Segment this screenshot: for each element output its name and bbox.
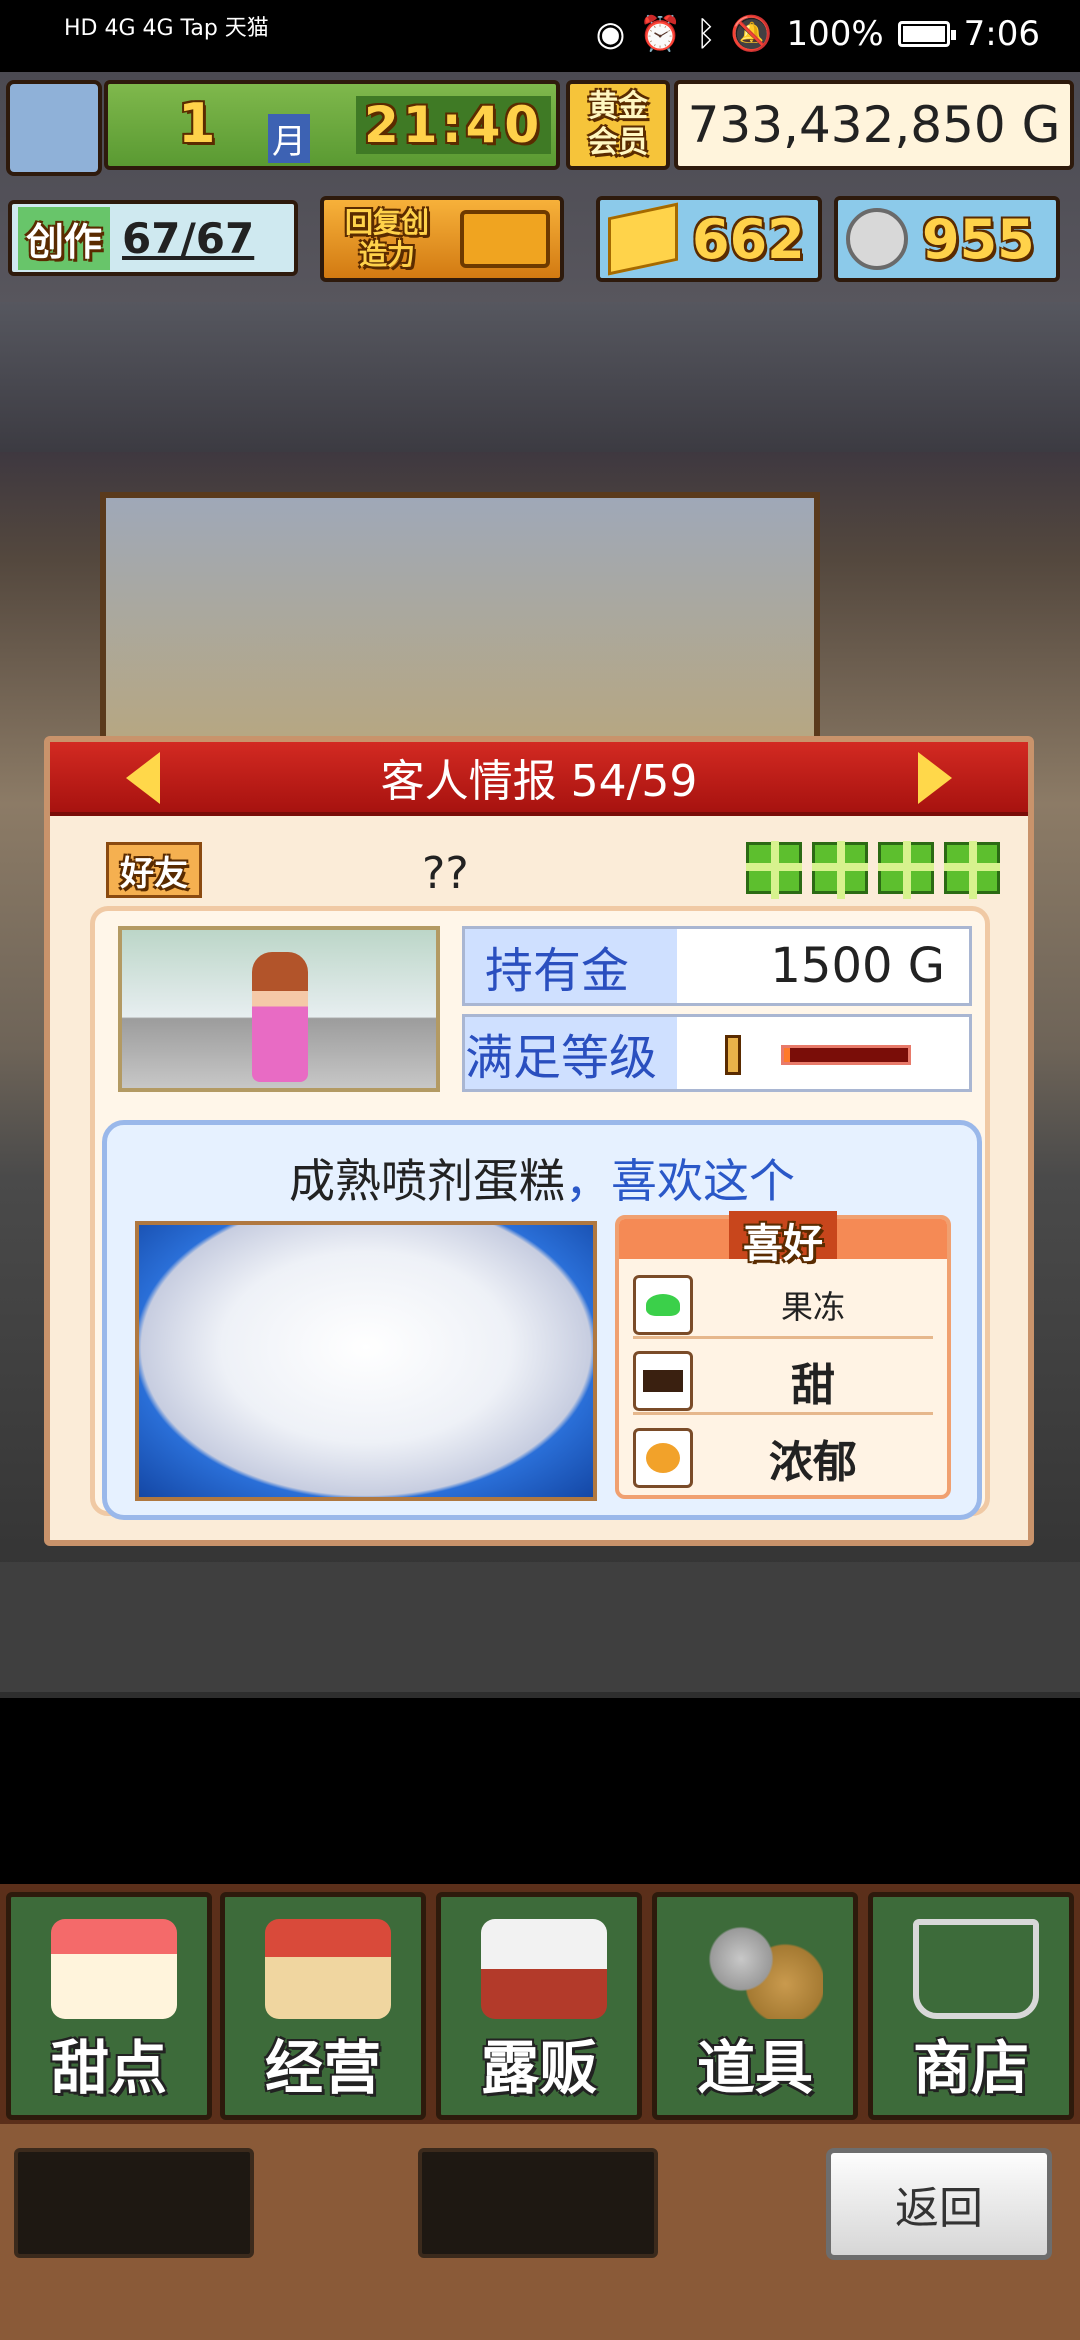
nav-stall-button[interactable]: 露贩 — [436, 1892, 642, 2120]
coin-count: 955 — [922, 207, 1035, 271]
eye-icon: ◉ — [595, 14, 626, 54]
jelly-icon — [633, 1274, 693, 1335]
nav-store-button[interactable]: 商店 — [868, 1892, 1074, 2120]
back-button[interactable]: 返回 — [826, 2148, 1052, 2260]
mute-icon: 🔕 — [730, 14, 773, 54]
wish-text: 成熟喷剂蛋糕，喜欢这个 — [107, 1145, 977, 1211]
pref-row: 浓郁 — [633, 1425, 933, 1491]
gift-icon — [878, 841, 934, 899]
nav-manage-button[interactable]: 经营 — [220, 1892, 426, 2120]
prev-arrow-icon[interactable] — [126, 752, 160, 804]
sweet-icon — [633, 1350, 693, 1411]
gift-row — [736, 841, 1000, 899]
gold-display: 733,432,850 G — [674, 80, 1074, 170]
money-row: 持有金 1500 G — [462, 926, 972, 1006]
status-left: HD 4G 4G Tap 天猫 — [64, 10, 269, 42]
money-value: 1500 G — [770, 938, 945, 994]
cake-icon — [51, 1919, 177, 2019]
satisfaction-row: 满足等级 — [462, 1014, 972, 1092]
back-label: 返回 — [895, 2183, 983, 2234]
date-panel: 1 月 21:40 — [104, 80, 560, 170]
pref-row: 果冻 — [633, 1273, 933, 1339]
empty-slot — [14, 2148, 254, 2258]
empty-slot — [418, 2148, 658, 2258]
pref-label: 浓郁 — [769, 1437, 857, 1488]
nav-stall-label: 露贩 — [480, 2034, 597, 2102]
battery-percent: 100% — [786, 14, 884, 54]
friend-badge-label: 好友 — [120, 853, 188, 894]
money-label: 持有金 — [465, 929, 677, 1003]
gift-icon — [746, 841, 802, 899]
membership-label: 黄金会员 — [588, 89, 648, 160]
pref-label: 果冻 — [780, 1287, 845, 1326]
satisfaction-marker — [725, 1035, 741, 1075]
create-count: 67/67 — [122, 213, 255, 263]
gift-icon — [812, 841, 868, 899]
avatar[interactable] — [6, 80, 102, 176]
nav-dessert-button[interactable]: 甜点 — [6, 1892, 212, 2120]
customer-info-panel: 客人情报 54/59 好友 ?? 持有金 1500 G 满足等级 成熟喷剂蛋糕，… — [44, 736, 1034, 1546]
alarm-icon: ⏰ — [639, 14, 682, 54]
status-left-text: HD 4G 4G Tap 天猫 — [64, 16, 269, 41]
next-arrow-icon[interactable] — [918, 752, 952, 804]
panel-title: 客人情报 54/59 — [380, 756, 698, 807]
customer-name: ?? — [422, 848, 469, 899]
bluetooth-icon: ᛒ — [695, 14, 717, 54]
nav-items-button[interactable]: 道具 — [652, 1892, 858, 2120]
cake-image — [135, 1221, 597, 1501]
nav-store-label: 商店 — [912, 2034, 1029, 2102]
coin-icon — [846, 208, 908, 270]
pref-label: 甜 — [791, 1359, 835, 1411]
battery-icon — [897, 21, 956, 47]
cart-icon — [913, 1919, 1039, 2019]
membership-badge: 黄金会员 — [566, 80, 670, 170]
gold-amount: 733,432,850 G — [687, 96, 1061, 154]
coin-display: 955 — [834, 196, 1060, 282]
preferences-title-tab: 喜好 — [619, 1211, 947, 1267]
ticket-icon — [608, 202, 678, 276]
month-unit: 月 — [268, 114, 310, 163]
shop-icon — [265, 1919, 391, 2019]
restore-label: 回复创造力 — [344, 206, 429, 271]
customer-sprite — [252, 952, 308, 1082]
create-label: 创作 — [18, 206, 111, 270]
satisfaction-bar-fill — [784, 1048, 791, 1062]
month-number: 1 — [178, 92, 216, 155]
nav-items-label: 道具 — [696, 2034, 813, 2102]
shop-ceiling — [0, 302, 1080, 452]
bottom-nav: 甜点 经营 露贩 道具 商店 — [0, 1884, 1080, 2124]
friend-badge: 好友 — [106, 842, 202, 898]
preferences-title: 喜好 — [729, 1211, 837, 1267]
wish-item: 成熟喷剂蛋糕 — [289, 1154, 565, 1208]
ticket-count: 662 — [692, 207, 805, 271]
food-truck-icon — [481, 1919, 607, 2019]
satisfaction-label: 满足等级 — [465, 1017, 677, 1089]
clock-display: 21:40 — [356, 96, 552, 154]
items-bag-icon — [697, 1919, 823, 2019]
status-bar: HD 4G 4G Tap 天猫 ◉ ⏰ ᛒ 🔕 100% 7:06 — [0, 0, 1080, 72]
street — [0, 1562, 1080, 1692]
wish-suffix: ，喜欢这个 — [565, 1154, 795, 1208]
customer-portrait — [118, 926, 440, 1092]
panel-header: 客人情报 54/59 — [50, 742, 1028, 816]
preferences-card: 喜好 果冻 甜 浓郁 — [615, 1211, 951, 1499]
pref-row: 甜 — [633, 1349, 933, 1415]
satisfaction-bar — [781, 1045, 911, 1065]
create-panel: 创作 67/67 — [8, 200, 298, 276]
shop-counter-area — [100, 492, 820, 762]
restore-creativity-button[interactable]: 回复创造力 — [320, 196, 564, 282]
rich-icon — [633, 1428, 693, 1488]
tv-icon — [460, 210, 550, 268]
ticket-display: 662 — [596, 196, 822, 282]
nav-manage-label: 经营 — [264, 2034, 381, 2102]
status-right: ◉ ⏰ ᛒ 🔕 100% 7:06 — [596, 14, 1040, 54]
wish-bubble: 成熟喷剂蛋糕，喜欢这个 喜好 果冻 甜 浓郁 — [102, 1120, 982, 1520]
gift-icon — [944, 841, 1000, 899]
nav-dessert-label: 甜点 — [50, 2034, 167, 2102]
clock-text: 7:06 — [963, 14, 1040, 54]
